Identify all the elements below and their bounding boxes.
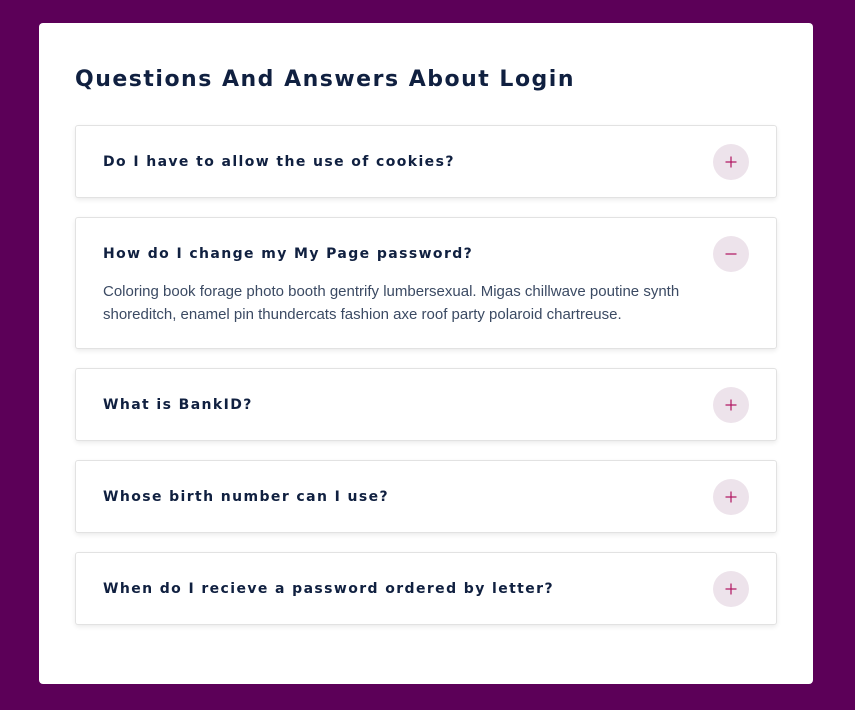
faq-header-birth-number[interactable]: Whose birth number can I use? xyxy=(76,461,776,532)
plus-icon xyxy=(725,399,737,410)
expand-button[interactable] xyxy=(713,143,749,180)
faq-item-password: How do I change my My Page password? Col… xyxy=(75,217,777,349)
faq-header-letter-password[interactable]: When do I recieve a password ordered by … xyxy=(76,553,776,624)
faq-question: When do I recieve a password ordered by … xyxy=(103,580,554,597)
faq-question: Whose birth number can I use? xyxy=(103,488,389,505)
faq-question: Do I have to allow the use of cookies? xyxy=(103,153,455,170)
plus-icon xyxy=(725,583,737,594)
expand-button[interactable] xyxy=(713,386,749,423)
faq-item-letter-password: When do I recieve a password ordered by … xyxy=(75,552,777,625)
faq-header-bankid[interactable]: What is BankID? xyxy=(76,369,776,440)
collapse-button[interactable] xyxy=(713,236,749,272)
expand-button[interactable] xyxy=(713,570,749,607)
plus-icon xyxy=(725,156,737,167)
faq-card: Questions And Answers About Login Do I h… xyxy=(39,23,813,684)
faq-question: What is BankID? xyxy=(103,396,253,413)
faq-header-cookies[interactable]: Do I have to allow the use of cookies? xyxy=(76,126,776,197)
faq-item-cookies: Do I have to allow the use of cookies? xyxy=(75,125,777,198)
faq-question: How do I change my My Page password? xyxy=(103,246,474,262)
faq-item-bankid: What is BankID? xyxy=(75,368,777,441)
page-title: Questions And Answers About Login xyxy=(75,67,576,92)
minus-icon xyxy=(725,253,737,255)
plus-icon xyxy=(725,491,737,502)
faq-list: Do I have to allow the use of cookies? H… xyxy=(75,125,777,644)
expand-button[interactable] xyxy=(713,478,749,515)
faq-item-birth-number: Whose birth number can I use? xyxy=(75,460,777,533)
faq-answer: Coloring book forage photo booth gentrif… xyxy=(103,283,680,323)
